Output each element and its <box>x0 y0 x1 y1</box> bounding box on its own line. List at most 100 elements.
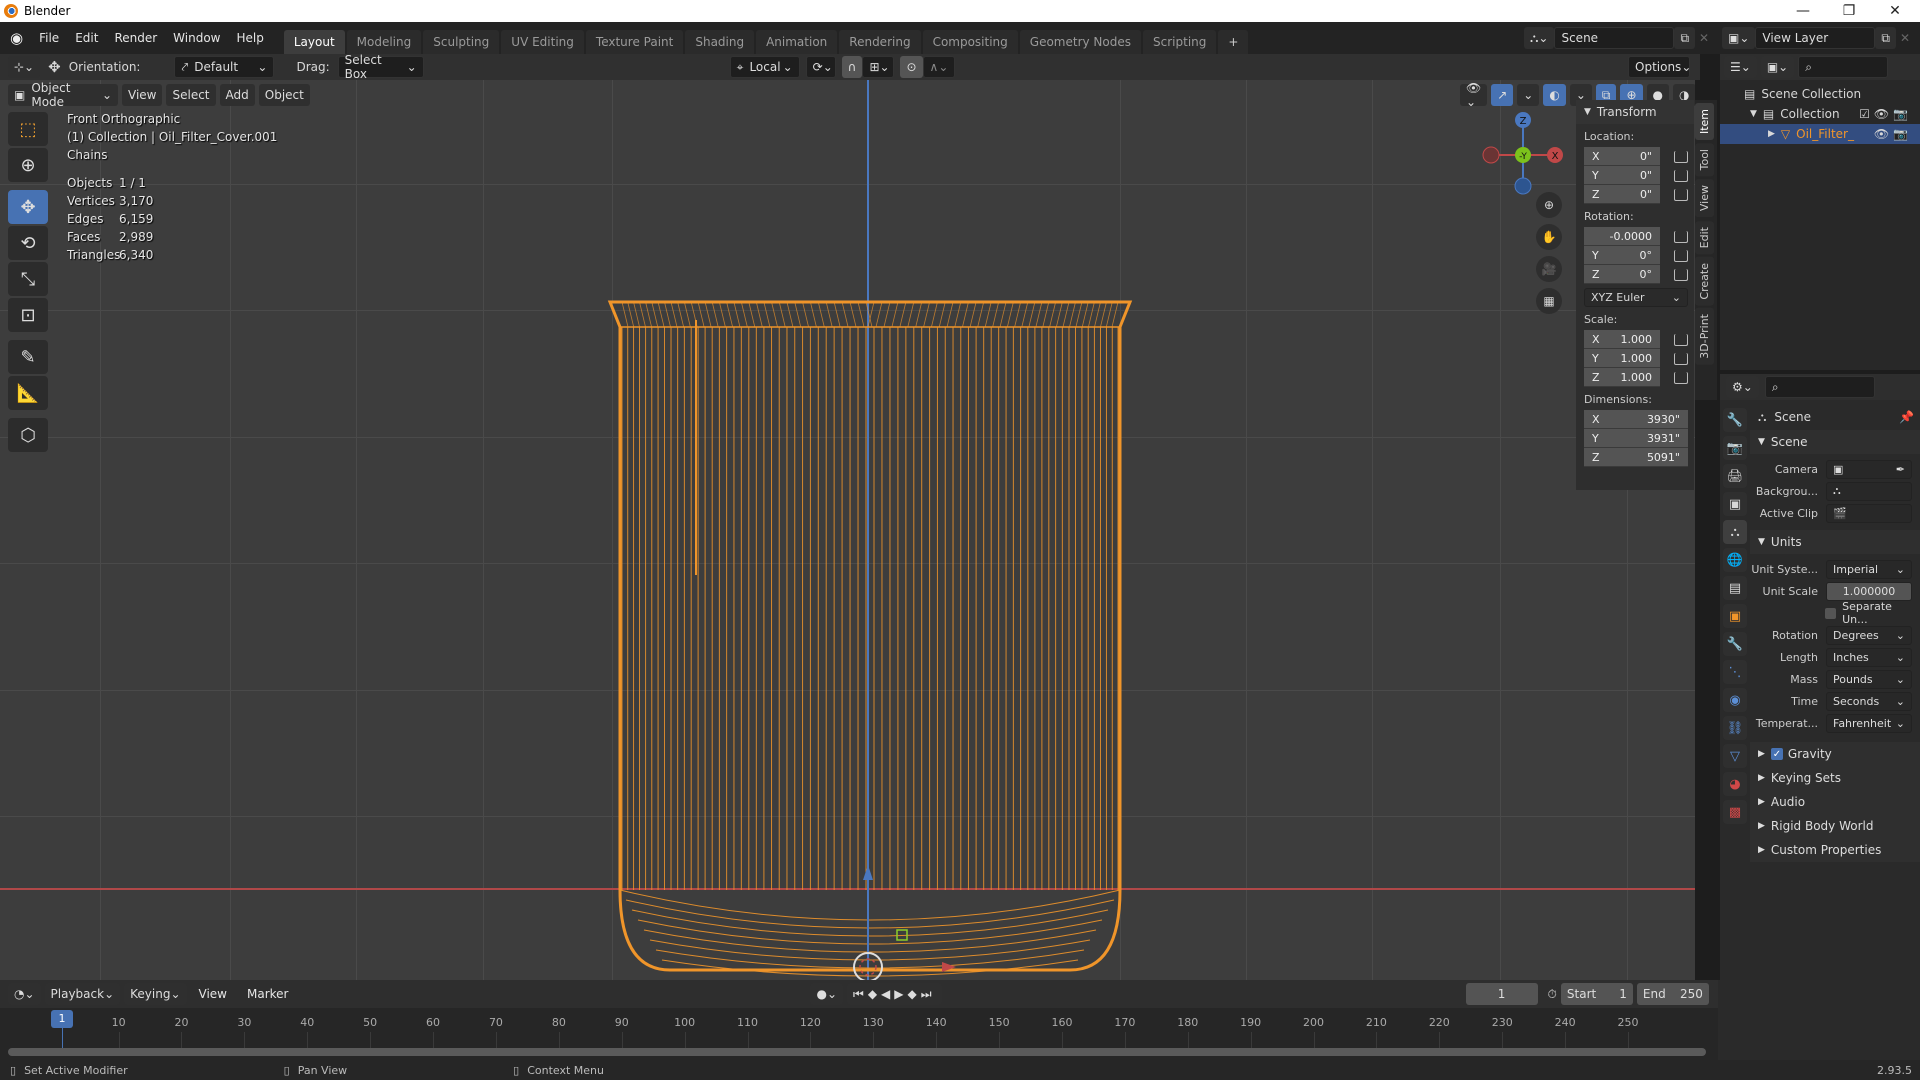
viewport-menu-object[interactable]: Object <box>258 84 310 106</box>
location-field[interactable]: Y 0" <box>1584 166 1660 185</box>
audio-section-header[interactable]: ▶ Audio <box>1750 790 1920 814</box>
collection-visibility-icons[interactable]: ☑👁📷 <box>1859 107 1912 121</box>
measure-tool-icon[interactable]: 📐 <box>8 376 48 410</box>
overlays-toggle-icon[interactable]: ◐ <box>1543 84 1566 106</box>
scene-name-field[interactable]: Scene <box>1554 27 1675 49</box>
sidebar-tab-item[interactable]: Item <box>1695 103 1714 141</box>
move-tool-icon[interactable]: ✥ <box>8 190 48 224</box>
sidebar-tab-create[interactable]: Create <box>1695 256 1714 306</box>
rotation-field[interactable]: -0.0000 <box>1584 227 1660 246</box>
eyedropper-icon[interactable]: ✒ <box>1896 463 1905 476</box>
properties-search-input[interactable]: ⌕ <box>1764 376 1875 398</box>
active-clip-field[interactable]: 🎬 <box>1826 503 1912 523</box>
annotate-tool-icon[interactable]: ✎ <box>8 340 48 374</box>
dimensions-field[interactable]: X 3930" <box>1584 410 1688 429</box>
rotation-field[interactable]: Y 0° <box>1584 246 1660 265</box>
background-scene-field[interactable]: ⛬ <box>1826 481 1912 501</box>
falloff-dropdown[interactable]: ∧⌄ <box>922 56 955 78</box>
proportional-edit-icon[interactable]: ⊙ <box>900 56 923 78</box>
menu-window[interactable]: Window <box>165 27 228 49</box>
menu-help[interactable]: Help <box>229 27 272 49</box>
scale-field[interactable]: Z 1.000 <box>1584 368 1660 387</box>
gizmo-neg-z-axis[interactable] <box>1514 177 1532 195</box>
mode-dropdown[interactable]: ▣ Object Mode ⌄ <box>8 81 118 109</box>
transform-pivot-button[interactable]: ⟳⌄ <box>805 56 836 78</box>
scene-tab-icon[interactable]: ⛬ <box>1723 520 1747 544</box>
maximize-button[interactable]: ❐ <box>1826 0 1872 22</box>
tab-layout[interactable]: Layout <box>283 30 345 54</box>
pan-view-hand-icon[interactable]: ✋ <box>1536 224 1562 250</box>
gizmo-neg-x-axis[interactable] <box>1482 146 1500 164</box>
length-units-dropdown[interactable]: Inches ⌄ <box>1826 647 1912 667</box>
editor-type-icon[interactable]: ⊹⌄ <box>8 56 41 78</box>
minimize-button[interactable]: — <box>1780 0 1826 22</box>
sidebar-tab-3d-print[interactable]: 3D-Print <box>1695 308 1714 366</box>
tab-compositing[interactable]: Compositing <box>922 30 1018 54</box>
output-tab-icon[interactable]: 🖨 <box>1723 464 1747 488</box>
rigid-body-world-section-header[interactable]: ▶ Rigid Body World <box>1750 814 1920 838</box>
rotation-field[interactable]: Z 0° <box>1584 265 1660 284</box>
tab-texture-paint[interactable]: Texture Paint <box>585 30 684 54</box>
navigation-gizmo[interactable]: Z X -Y <box>1478 110 1568 200</box>
lock-icon[interactable] <box>1674 268 1688 281</box>
playhead[interactable]: 1 <box>51 1010 73 1028</box>
scale-field[interactable]: X 1.000 <box>1584 330 1660 349</box>
view-layer-browse-icon[interactable]: ▣⌄ <box>1722 27 1756 49</box>
oil-filter-cover-wireframe[interactable] <box>600 210 1140 980</box>
gravity-section-header[interactable]: ▶ ✓ Gravity <box>1750 742 1920 766</box>
delete-view-layer-icon[interactable]: ✕ <box>1896 31 1914 45</box>
temperature-units-dropdown[interactable]: Fahrenheit ⌄ <box>1826 713 1912 733</box>
sidebar-tab-edit[interactable]: Edit <box>1695 220 1714 254</box>
object-visibility-icons[interactable]: 👁📷 <box>1874 127 1912 141</box>
add-workspace-button[interactable]: + <box>1218 30 1249 54</box>
lock-icon[interactable] <box>1674 333 1688 346</box>
ortho-grid-icon[interactable]: ▦ <box>1536 288 1562 314</box>
camera-view-icon[interactable]: 🎥 <box>1536 256 1562 282</box>
menu-edit[interactable]: Edit <box>67 27 106 49</box>
tab-uv-editing[interactable]: UV Editing <box>501 30 584 54</box>
delete-scene-icon[interactable]: ✕ <box>1695 31 1713 45</box>
dimensions-field[interactable]: Y 3931" <box>1584 429 1688 448</box>
display-mode-icon[interactable]: ☰⌄ <box>1724 56 1757 78</box>
lock-icon[interactable] <box>1674 230 1688 243</box>
3d-viewport[interactable]: ▣ Object Mode ⌄ View Select Add Object 👁⌄ … <box>0 80 1695 980</box>
scale-field[interactable]: Y 1.000 <box>1584 349 1660 368</box>
snap-toggle-icon[interactable]: ∩ <box>841 56 863 78</box>
view-layer-tab-icon[interactable]: ▣ <box>1723 492 1747 516</box>
collection-row[interactable]: ▼ ▤ Collection ☑👁📷 <box>1720 104 1920 124</box>
mass-units-dropdown[interactable]: Pounds ⌄ <box>1826 669 1912 689</box>
snap-target-dropdown[interactable]: ⊞⌄ <box>862 56 895 78</box>
time-units-dropdown[interactable]: Seconds ⌄ <box>1826 691 1912 711</box>
pin-icon[interactable]: 📌 <box>1899 410 1914 424</box>
new-view-layer-icon[interactable]: ⧉ <box>1875 27 1896 49</box>
tab-sculpting[interactable]: Sculpting <box>423 30 500 54</box>
world-tab-icon[interactable]: 🌐 <box>1723 548 1747 572</box>
lock-icon[interactable] <box>1674 150 1688 163</box>
tab-rendering[interactable]: Rendering <box>839 30 921 54</box>
texture-tab-icon[interactable]: ▩ <box>1723 800 1747 824</box>
location-field[interactable]: X 0" <box>1584 147 1660 166</box>
expand-triangle-icon[interactable]: ▶ <box>1768 129 1775 139</box>
editor-type-icon[interactable]: ⚙⌄ <box>1726 376 1759 398</box>
lock-icon[interactable] <box>1674 352 1688 365</box>
scene-collection-row[interactable]: ▤ Scene Collection <box>1720 84 1920 104</box>
viewport-menu-select[interactable]: Select <box>166 84 216 106</box>
dimensions-field[interactable]: Z 5091" <box>1584 448 1688 467</box>
unit-system-dropdown[interactable]: Imperial ⌄ <box>1826 559 1912 579</box>
scene-browse-icon[interactable]: ⛬⌄ <box>1524 27 1555 49</box>
tab-modeling[interactable]: Modeling <box>346 30 422 54</box>
tab-scripting[interactable]: Scripting <box>1143 30 1217 54</box>
lock-icon[interactable] <box>1674 249 1688 262</box>
scene-section-header[interactable]: ▼ Scene <box>1750 430 1920 454</box>
object-tab-icon[interactable]: ▣ <box>1723 604 1747 628</box>
particles-tab-icon[interactable]: ⋱ <box>1723 660 1747 684</box>
viewport-menu-view[interactable]: View <box>122 84 163 106</box>
transform-panel-header[interactable]: ▼ Transform <box>1576 100 1694 124</box>
visibility-icon[interactable]: 👁⌄ <box>1460 81 1488 109</box>
rotation-units-dropdown[interactable]: Degrees ⌄ <box>1826 625 1912 645</box>
sidebar-tab-tool[interactable]: Tool <box>1695 143 1714 177</box>
timeline-scrollbar[interactable] <box>8 1048 1706 1056</box>
pivot-dropdown[interactable]: ⌖ Local ⌄ <box>729 56 800 78</box>
add-cube-tool-icon[interactable]: ⬡ <box>8 418 48 452</box>
modifier-tab-icon[interactable]: 🔧 <box>1723 632 1747 656</box>
